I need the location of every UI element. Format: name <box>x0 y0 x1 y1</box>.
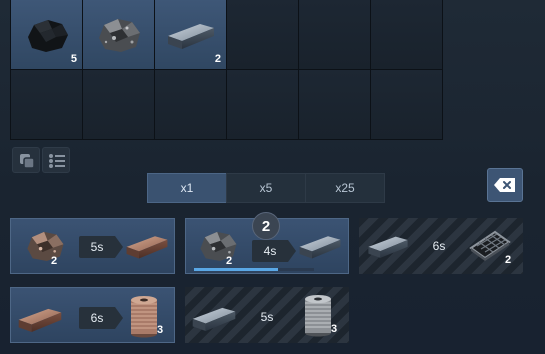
inventory-slot[interactable] <box>371 0 443 70</box>
metal-ingot-icon <box>299 236 341 259</box>
copper-ingot-icon <box>18 308 62 332</box>
metal-ingot-icon <box>167 23 214 49</box>
inventory-slot[interactable] <box>299 0 371 70</box>
recipe-card-locked[interactable]: 6s 2 <box>359 218 523 274</box>
ore-chunk-icon <box>98 18 140 52</box>
output-quantity: 2 <box>505 254 512 266</box>
metal-ingot-icon <box>368 236 408 258</box>
metal-ingot-icon <box>192 307 236 331</box>
list-button[interactable] <box>42 147 70 173</box>
coal-lump-icon <box>27 19 68 52</box>
craft-progress-bar <box>194 268 314 271</box>
inventory-grid: 5 2 <box>10 0 443 140</box>
inventory-slot[interactable] <box>227 70 299 140</box>
inventory-slot[interactable] <box>227 0 299 70</box>
inventory-slot[interactable] <box>371 70 443 140</box>
craft-time: 5s <box>260 310 274 324</box>
backspace-icon <box>494 178 515 192</box>
tab-x25[interactable]: x25 <box>305 173 385 203</box>
inventory-slot[interactable]: 2 <box>155 0 227 70</box>
recipe-card-locked[interactable]: 5s 3 <box>185 287 349 343</box>
copper-wire-spool-icon <box>131 296 157 338</box>
inventory-slot[interactable] <box>155 70 227 140</box>
tab-x1[interactable]: x1 <box>147 173 227 203</box>
craft-time: 6s <box>79 307 123 329</box>
craft-progress-fill <box>194 268 278 271</box>
wire-spool-icon <box>305 295 331 337</box>
tab-x5[interactable]: x5 <box>226 173 306 203</box>
multiplier-tabs: x1 x5 x25 <box>147 173 385 203</box>
output-quantity: 3 <box>331 323 338 335</box>
slot-count: 5 <box>70 53 77 65</box>
input-quantity: 2 <box>51 255 58 267</box>
inventory-slot[interactable] <box>83 0 155 70</box>
inventory-slot[interactable] <box>11 70 83 140</box>
recipe-card[interactable]: 6s 3 <box>10 287 175 343</box>
copper-ingot-icon <box>126 236 168 259</box>
craft-time: 6s <box>432 239 446 253</box>
inventory-slot[interactable] <box>299 70 371 140</box>
craft-time: 4s <box>252 240 296 262</box>
stack-icon <box>20 154 35 169</box>
slot-count: 2 <box>214 53 221 65</box>
clear-queue-button[interactable] <box>487 168 523 202</box>
inventory-slot[interactable]: 5 <box>11 0 83 70</box>
output-quantity: 3 <box>157 324 164 336</box>
ore-chunk-icon <box>200 231 237 261</box>
input-quantity: 2 <box>226 255 233 267</box>
recipe-card[interactable]: 2 5s <box>10 218 175 274</box>
ore-chunk-icon <box>27 231 64 261</box>
list-icon <box>49 154 65 168</box>
inventory-slot[interactable] <box>83 70 155 140</box>
craft-time: 5s <box>79 236 123 258</box>
stack-button[interactable] <box>12 147 40 173</box>
queue-count-badge: 2 <box>252 212 280 240</box>
